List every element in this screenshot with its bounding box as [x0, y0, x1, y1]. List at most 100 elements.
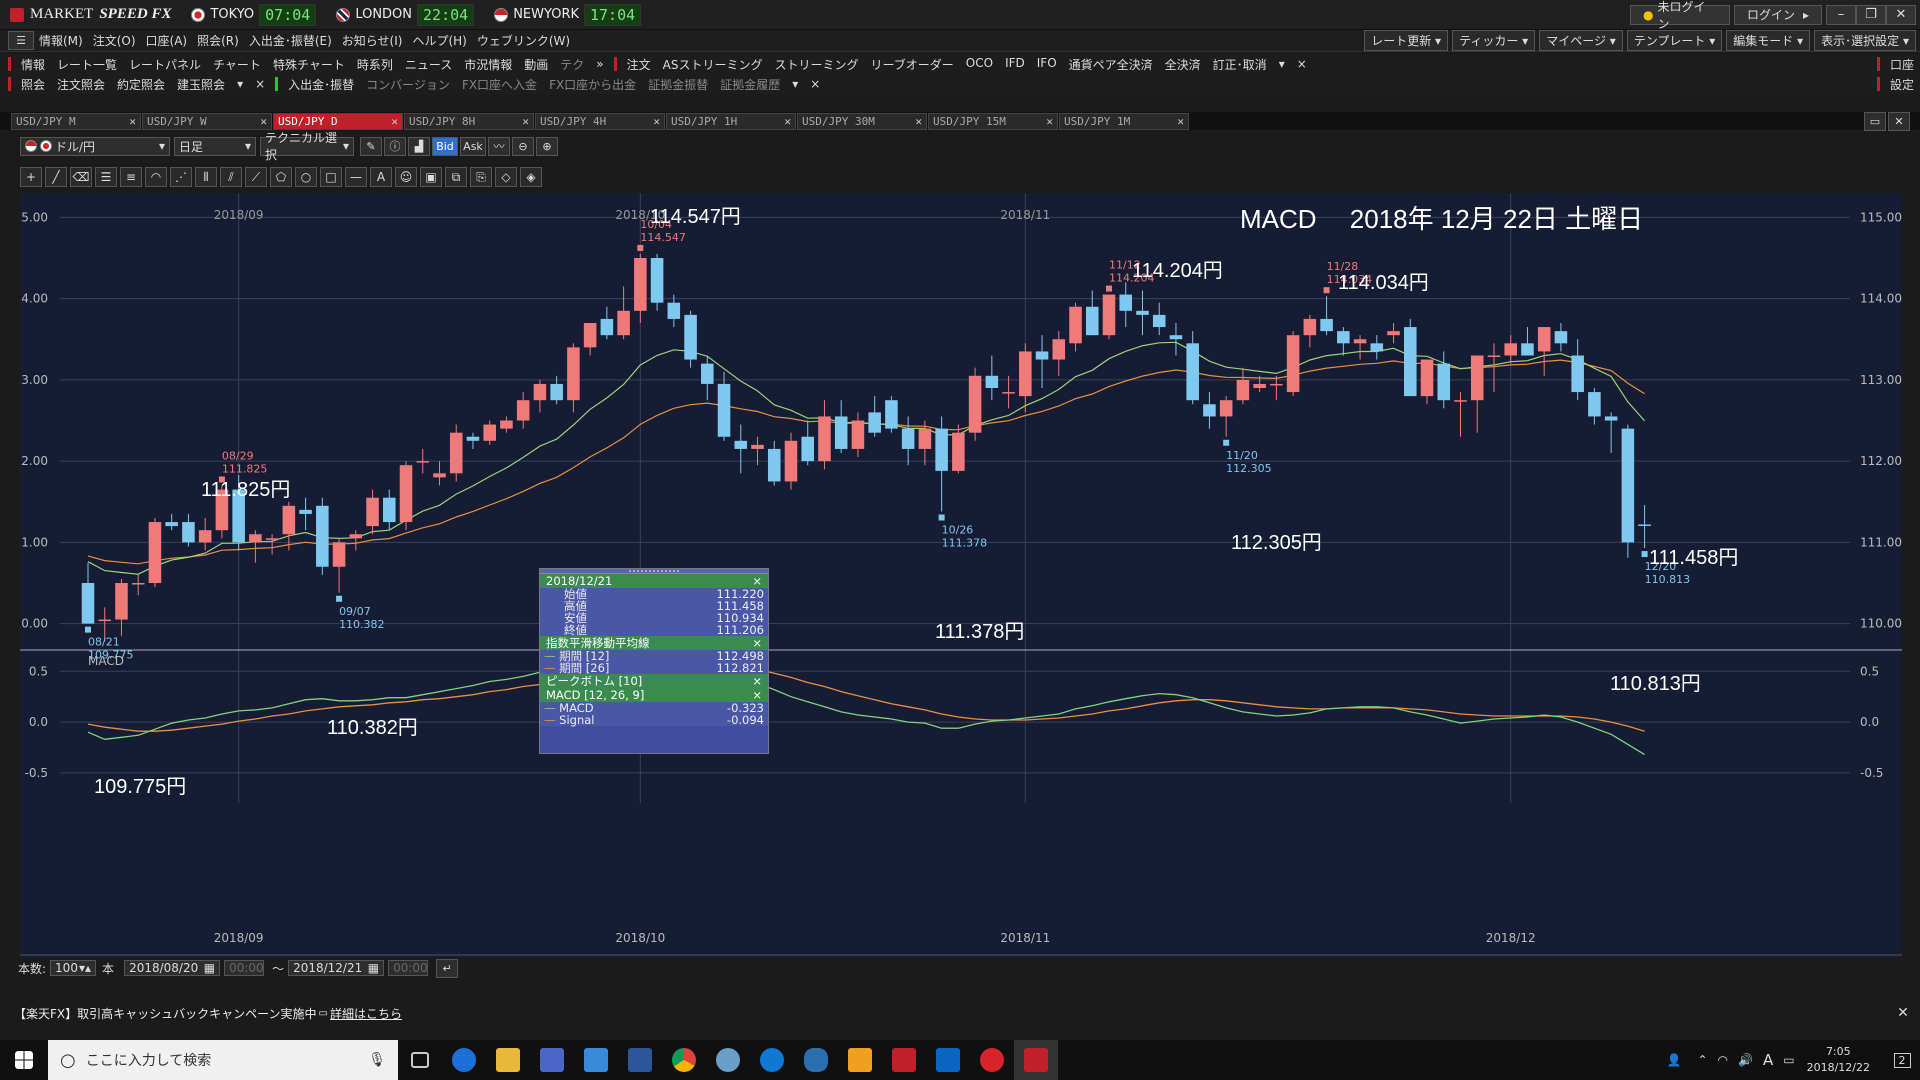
candle[interactable]	[634, 253, 647, 323]
calendar-icon[interactable]: ▦	[368, 961, 379, 975]
toolbar-item[interactable]: ストリーミング	[768, 56, 864, 73]
candle[interactable]	[1152, 302, 1166, 336]
candle[interactable]	[1052, 331, 1066, 376]
from-date-input[interactable]: 2018/08/20 ▦	[124, 960, 221, 976]
zoom-in-icon[interactable]: ⊕	[536, 136, 558, 156]
toolbar-group-order[interactable]: 注文	[621, 56, 657, 73]
candle[interactable]	[684, 310, 697, 368]
candle[interactable]	[1370, 335, 1384, 360]
candle[interactable]	[767, 440, 781, 486]
candle[interactable]	[1621, 424, 1635, 558]
maximize-button[interactable]: ❐	[1856, 4, 1886, 25]
toolbar-item[interactable]: FX口座へ入金	[456, 76, 543, 93]
candle[interactable]	[516, 392, 530, 429]
toolbar-item[interactable]: ニュース	[399, 56, 458, 73]
candle[interactable]	[1387, 323, 1400, 344]
trendline-icon[interactable]: ╱	[45, 167, 67, 187]
tray-chevron-icon[interactable]: ⌃	[1697, 1053, 1707, 1067]
close-tab-icon[interactable]: ✕	[522, 115, 529, 128]
tab-usd-jpy-15m[interactable]: USD/JPY 15M ✕	[928, 112, 1058, 130]
menu-item[interactable]: ウェブリンク(W)	[472, 32, 575, 49]
news-link[interactable]: 詳細はこちら	[330, 1005, 402, 1022]
edge-legacy-icon[interactable]	[442, 1040, 486, 1080]
account-button[interactable]: 口座	[1884, 56, 1920, 73]
toolbar-item[interactable]: 時系列	[351, 56, 399, 73]
candle[interactable]	[148, 518, 162, 588]
candle[interactable]	[1404, 318, 1417, 397]
chart-area[interactable]: 115.00 115.00 114.00 114.00 113.00 113.00 112.…	[20, 193, 1902, 958]
candle[interactable]	[131, 574, 145, 596]
to-date-input[interactable]: 2018/12/21 ▦	[288, 960, 385, 976]
candle[interactable]	[600, 306, 614, 340]
pentagon-icon[interactable]: ⬠	[270, 167, 292, 187]
menu-right-button[interactable]: レート更新 ▾	[1364, 30, 1449, 51]
close-tab-icon[interactable]: ✕	[129, 115, 136, 128]
menu-item[interactable]: お知らせ(I)	[337, 32, 408, 49]
fibonacci-arc-icon[interactable]: ◠	[145, 167, 167, 187]
eraser-icon[interactable]: ⌫	[70, 167, 92, 187]
candle[interactable]	[567, 343, 580, 413]
volume-icon[interactable]: 🔊	[1738, 1053, 1753, 1067]
toolbar-item[interactable]: 建玉照会	[171, 76, 231, 93]
settings-button[interactable]: 設定	[1884, 76, 1920, 93]
menu-item[interactable]: 情報(M)	[34, 32, 88, 49]
candle[interactable]	[399, 461, 413, 531]
microphone-icon[interactable]: 🎙	[368, 1052, 386, 1068]
close-chart-icon[interactable]: ✕	[1888, 111, 1910, 131]
calculator-icon[interactable]	[530, 1040, 574, 1080]
toolbar-item[interactable]: 市況情報	[458, 56, 518, 73]
candle[interactable]	[332, 538, 346, 593]
toolbar-item[interactable]: 全決済	[1159, 56, 1207, 73]
candle[interactable]	[433, 461, 446, 486]
candle[interactable]	[1588, 388, 1601, 425]
ime-indicator-icon[interactable]: A	[1763, 1051, 1773, 1069]
menu-right-button[interactable]: マイページ ▾	[1539, 30, 1623, 51]
candle[interactable]	[650, 253, 664, 311]
candle[interactable]	[1571, 339, 1584, 401]
windows-start-icon[interactable]	[0, 1040, 48, 1080]
close-news-icon[interactable]: ✕	[1892, 1004, 1914, 1023]
word-icon[interactable]	[618, 1040, 662, 1080]
candle[interactable]	[500, 416, 513, 433]
candle[interactable]	[182, 513, 195, 547]
candle[interactable]	[1353, 335, 1367, 360]
from-time-input[interactable]: 00:00	[224, 960, 265, 976]
tab-usd-jpy-m[interactable]: USD/JPY M ✕	[11, 112, 141, 130]
toolbar-group-info[interactable]: 情報	[15, 56, 51, 73]
fan-icon[interactable]: ⋰	[170, 167, 192, 187]
candle[interactable]	[316, 497, 329, 575]
vertical-lines-icon[interactable]: ⦀	[195, 167, 217, 187]
close-icon[interactable]: ×	[752, 688, 762, 702]
count-select[interactable]: 100 ▾▴	[50, 960, 97, 976]
close-tab-icon[interactable]: ✕	[391, 115, 398, 128]
rectangle-icon[interactable]: □	[320, 167, 342, 187]
orange-app-icon[interactable]	[838, 1040, 882, 1080]
toolbar-item[interactable]: 通貨ペア全決済	[1063, 56, 1159, 73]
candle[interactable]	[366, 489, 379, 535]
icon-stamp-icon[interactable]: ☺	[395, 167, 417, 187]
toolbar-item[interactable]: FX口座から出金	[543, 76, 642, 93]
close-tab-icon[interactable]: ✕	[653, 115, 660, 128]
candle[interactable]	[1286, 331, 1300, 397]
candle[interactable]	[299, 497, 312, 531]
candle[interactable]	[1303, 314, 1317, 348]
candle[interactable]	[667, 294, 681, 328]
horizontal-line-icon[interactable]: —	[345, 167, 367, 187]
toolbar-item[interactable]: ASストリーミング	[657, 56, 769, 73]
select-icon[interactable]: ▣	[420, 167, 442, 187]
candle[interactable]	[1437, 351, 1451, 409]
pen-icon[interactable]: ✎	[360, 136, 382, 156]
taskbar-clock[interactable]: 7:05 2018/12/22	[1807, 1044, 1870, 1076]
candle[interactable]	[1604, 412, 1618, 453]
candle[interactable]	[1119, 282, 1133, 328]
candle[interactable]	[1085, 290, 1099, 336]
candle[interactable]	[198, 518, 212, 551]
close-tab-icon[interactable]: ✕	[915, 115, 922, 128]
currency-pair-select[interactable]: ドル/円 ▾	[20, 136, 170, 156]
menu-item[interactable]: 口座(A)	[141, 32, 193, 49]
close-tab-icon[interactable]: ✕	[1046, 115, 1053, 128]
text-icon[interactable]: A	[370, 167, 392, 187]
close-icon[interactable]: ×	[752, 674, 762, 688]
candle[interactable]	[1320, 296, 1333, 336]
wifi-icon[interactable]: ◠	[1718, 1053, 1728, 1067]
